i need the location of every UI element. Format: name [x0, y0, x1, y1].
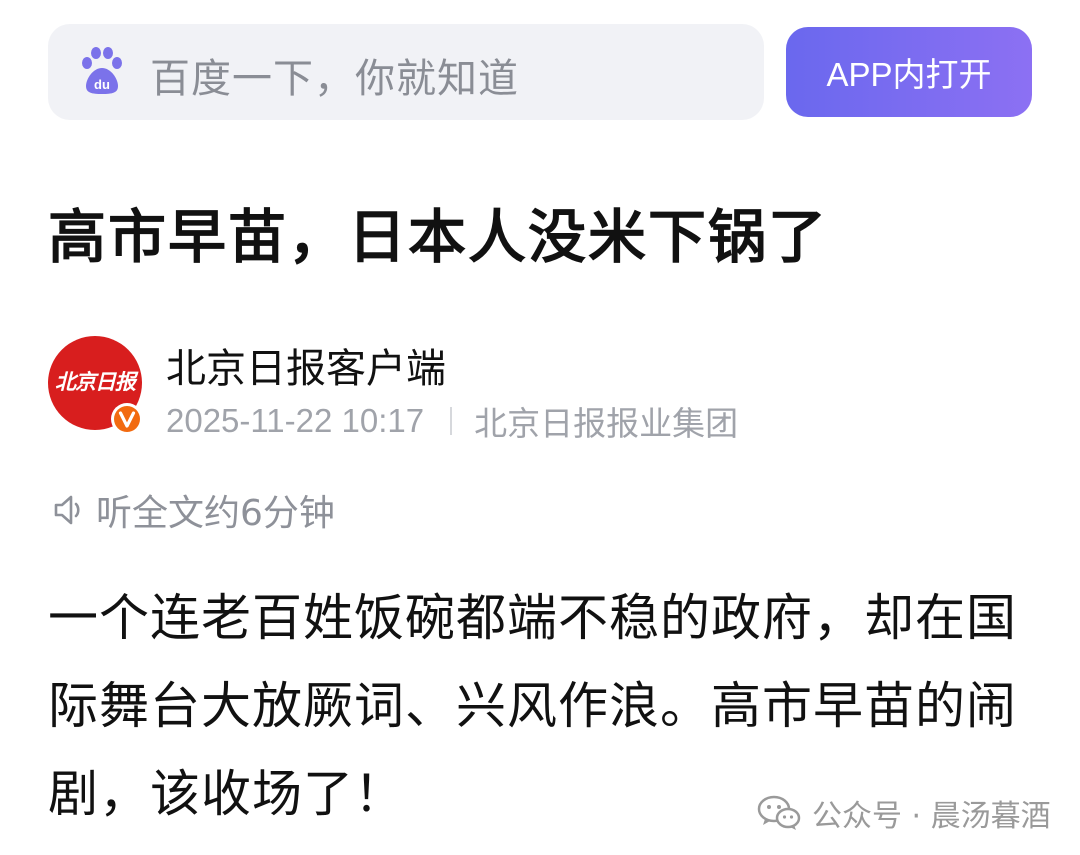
meta-divider — [450, 407, 453, 435]
avatar-logo-text: 北京日报 — [55, 369, 136, 394]
open-in-app-button[interactable]: APP内打开 — [786, 27, 1032, 117]
watermark: 公众号 · 晨汤暮酒 — [756, 788, 1051, 838]
speaker-icon — [54, 495, 80, 525]
publisher-source: 北京日报报业集团 — [474, 404, 739, 443]
watermark-text: 公众号 · 晨汤暮酒 — [812, 799, 1051, 834]
verified-badge-icon — [111, 403, 143, 435]
search-input[interactable]: 百度一下，你就知道 — [150, 46, 519, 104]
author-name[interactable]: 北京日报客户端 — [166, 336, 446, 394]
wechat-icon — [757, 795, 801, 830]
listen-label: 听全文约6分钟 — [96, 493, 335, 534]
baidu-paw-icon: du — [82, 47, 122, 94]
listen-button[interactable]: 听全文约6分钟 — [52, 488, 335, 534]
svg-text:du: du — [94, 77, 110, 92]
article-title: 高市早苗，日本人没米下锅了 — [48, 203, 829, 271]
article-meta: 2025-11-22 10:17 北京日报报业集团 — [166, 397, 738, 445]
publish-datetime: 2025-11-22 10:17 — [166, 402, 425, 439]
